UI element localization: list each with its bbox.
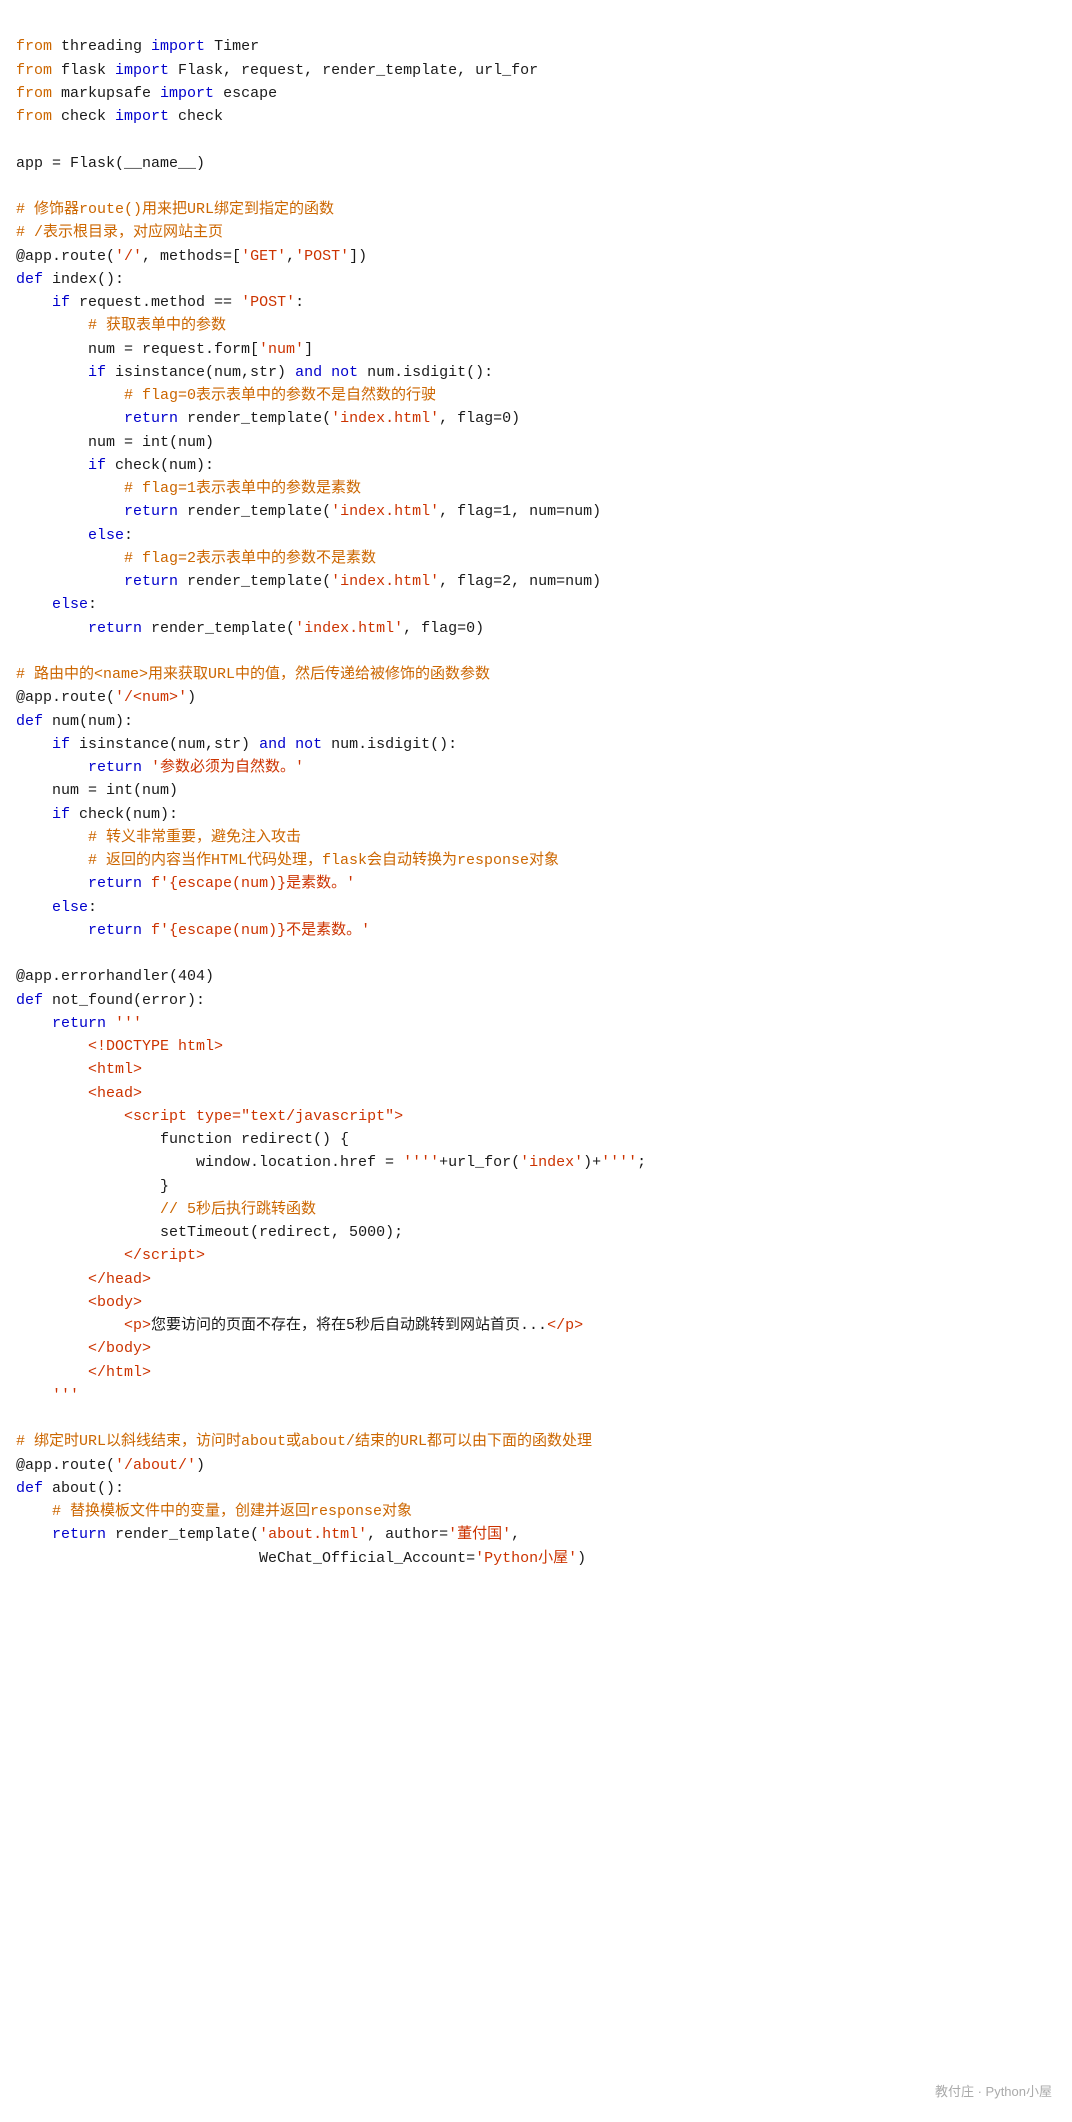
- line-1: from threading import Timer: [16, 38, 259, 55]
- line-51: </html>: [16, 1364, 151, 1381]
- line-10: num = request.form['num']: [16, 341, 313, 358]
- line-25: if isinstance(num,str) and not num.isdig…: [16, 736, 457, 753]
- line-41: function redirect() {: [16, 1131, 349, 1148]
- line-16: # flag=1表示表单中的参数是素数: [16, 480, 361, 497]
- line-31: return f'{escape(num)}是素数。': [16, 875, 355, 892]
- line-8: if request.method == 'POST':: [16, 294, 304, 311]
- line-blank-2: [16, 178, 25, 195]
- line-27: num = int(num): [16, 782, 178, 799]
- line-comment-2: # /表示根目录，对应网站主页: [16, 224, 223, 241]
- line-49: <p>您要访问的页面不存在，将在5秒后自动跳转到网站首页...</p>: [16, 1317, 583, 1334]
- line-33: return f'{escape(num)}不是素数。': [16, 922, 370, 939]
- line-26: return '参数必须为自然数。': [16, 759, 304, 776]
- line-28: if check(num):: [16, 806, 178, 823]
- line-3: from markupsafe import escape: [16, 85, 277, 102]
- line-comment-4: # 绑定时URL以斜线结束，访问时about或about/结束的URL都可以由下…: [16, 1433, 592, 1450]
- line-35: def not_found(error):: [16, 992, 205, 1009]
- line-blank-3: [16, 643, 25, 660]
- line-56: return render_template('about.html', aut…: [16, 1526, 520, 1543]
- line-blank-5: [16, 1410, 25, 1427]
- line-29: # 转义非常重要，避免注入攻击: [16, 829, 301, 846]
- line-39: <head>: [16, 1085, 142, 1102]
- line-38: <html>: [16, 1061, 142, 1078]
- line-7: def index():: [16, 271, 124, 288]
- line-comment-3: # 路由中的<name>用来获取URL中的值，然后传递给被修饰的函数参数: [16, 666, 490, 683]
- line-32: else:: [16, 899, 97, 916]
- line-14: num = int(num): [16, 434, 214, 451]
- line-34: @app.errorhandler(404): [16, 968, 214, 985]
- line-52: ''': [16, 1387, 79, 1404]
- line-2: from flask import Flask, request, render…: [16, 62, 538, 79]
- line-19: # flag=2表示表单中的参数不是素数: [16, 550, 376, 567]
- line-24: def num(num):: [16, 713, 133, 730]
- line-40: <script type="text/javascript">: [16, 1108, 403, 1125]
- line-47: </head>: [16, 1271, 151, 1288]
- line-13: return render_template('index.html', fla…: [16, 410, 520, 427]
- line-57: WeChat_Official_Account='Python小屋'): [16, 1550, 586, 1567]
- line-53: @app.route('/about/'): [16, 1457, 205, 1474]
- line-21: else:: [16, 596, 97, 613]
- line-55: # 替换模板文件中的变量，创建并返回response对象: [16, 1503, 412, 1520]
- line-22: return render_template('index.html', fla…: [16, 620, 484, 637]
- line-18: else:: [16, 527, 133, 544]
- line-blank-4: [16, 945, 25, 962]
- line-30: # 返回的内容当作HTML代码处理，flask会自动转换为response对象: [16, 852, 559, 869]
- line-50: </body>: [16, 1340, 151, 1357]
- line-comment-1: # 修饰器route()用来把URL绑定到指定的函数: [16, 201, 334, 218]
- line-11: if isinstance(num,str) and not num.isdig…: [16, 364, 493, 381]
- line-43: }: [16, 1178, 169, 1195]
- line-36: return ''': [16, 1015, 142, 1032]
- line-45: setTimeout(redirect, 5000);: [16, 1224, 403, 1241]
- line-46: </script>: [16, 1247, 205, 1264]
- line-blank-1: [16, 131, 25, 148]
- line-5: app = Flask(__name__): [16, 155, 205, 172]
- line-37: <!DOCTYPE html>: [16, 1038, 223, 1055]
- line-20: return render_template('index.html', fla…: [16, 573, 601, 590]
- line-9: # 获取表单中的参数: [16, 317, 226, 334]
- line-6: @app.route('/', methods=['GET','POST']): [16, 248, 367, 265]
- line-44: // 5秒后执行跳转函数: [16, 1201, 316, 1218]
- watermark: 教付庄 · Python小屋: [935, 2082, 1052, 2102]
- line-23: @app.route('/<num>'): [16, 689, 196, 706]
- line-54: def about():: [16, 1480, 124, 1497]
- line-12: # flag=0表示表单中的参数不是自然数的行驶: [16, 387, 436, 404]
- line-15: if check(num):: [16, 457, 214, 474]
- code-editor: from threading import Timer from flask i…: [16, 12, 1056, 1570]
- line-42: window.location.href = ''''+url_for('ind…: [16, 1154, 646, 1171]
- line-17: return render_template('index.html', fla…: [16, 503, 601, 520]
- line-48: <body>: [16, 1294, 142, 1311]
- line-4: from check import check: [16, 108, 223, 125]
